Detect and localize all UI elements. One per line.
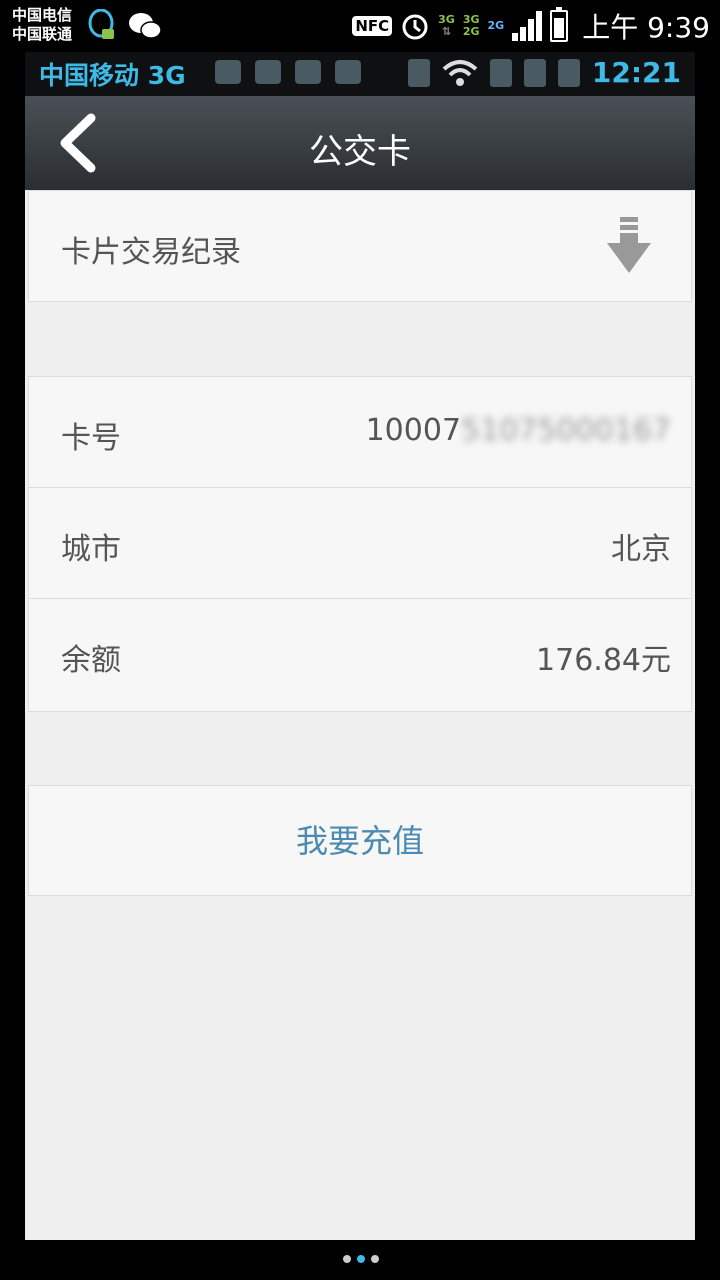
carrier-2: 中国联通 (12, 25, 73, 43)
recharge-button[interactable]: 我要充值 (29, 786, 691, 895)
card-number-row: 卡号 1000751075000167 (29, 377, 691, 488)
page-dot (343, 1255, 351, 1263)
signal-bars-icon (523, 58, 546, 87)
city-row: 城市 北京 (29, 488, 691, 599)
city-value: 北京 (611, 532, 671, 567)
balance-row: 余额 176.84元 (29, 599, 691, 710)
page-title: 公交卡 (309, 132, 411, 172)
card-number-label: 卡号 (61, 421, 121, 456)
page-indicator (343, 1255, 379, 1263)
message-icon (335, 60, 361, 84)
transaction-record-row[interactable]: 卡片交易纪录 (28, 190, 692, 302)
recharge-panel: 我要充值 (28, 785, 692, 896)
city-label: 城市 (61, 532, 121, 567)
inner-carrier: 中国移动 3G (39, 61, 186, 90)
bluetooth-icon (407, 58, 430, 87)
battery-icon (550, 7, 569, 42)
battery-charging-icon (557, 58, 580, 87)
network-3g-icon (489, 58, 512, 87)
app-screen: 中国移动 3G 12:21 公交卡 卡片交易纪录 卡号 100075107500… (25, 52, 695, 1240)
page-dot-active (357, 1255, 365, 1263)
page-dot (371, 1255, 379, 1263)
net-indicator-1: 3G ⇅ (438, 13, 455, 38)
net-indicator-3: 2G (487, 19, 505, 32)
transaction-record-label: 卡片交易纪录 (61, 235, 241, 270)
nfc-badge: NFC (352, 16, 393, 36)
carrier-1: 中国电信 (12, 6, 73, 24)
outer-status-bar: 中国电信 中国联通 NFC 3G ⇅ 3G 2G 2G 上午 9:39 (0, 0, 720, 52)
net-indicator-2: 3G 2G (462, 13, 480, 38)
wechat-icon (129, 13, 162, 39)
carrier-labels: 中国电信 中国联通 (12, 6, 72, 44)
card-info-panel: 卡号 1000751075000167 城市 北京 余额 176.84元 (28, 376, 692, 712)
download-icon (607, 217, 651, 273)
balance-value: 176.84元 (536, 643, 671, 678)
outer-clock: 上午 9:39 (582, 11, 710, 44)
card-number-value: 1000751075000167 (365, 413, 671, 448)
android-icon (255, 60, 281, 84)
inner-clock: 12:21 (591, 56, 681, 89)
wifi-icon (442, 59, 478, 86)
inner-status-bar: 中国移动 3G 12:21 (25, 52, 695, 96)
signal-icon (512, 11, 543, 41)
usb-icon (295, 60, 321, 84)
alarm-icon (402, 14, 428, 40)
balance-label: 余额 (61, 643, 121, 678)
app-header: 公交卡 (25, 96, 695, 190)
plus-icon (215, 60, 241, 84)
qq-icon (88, 9, 114, 39)
